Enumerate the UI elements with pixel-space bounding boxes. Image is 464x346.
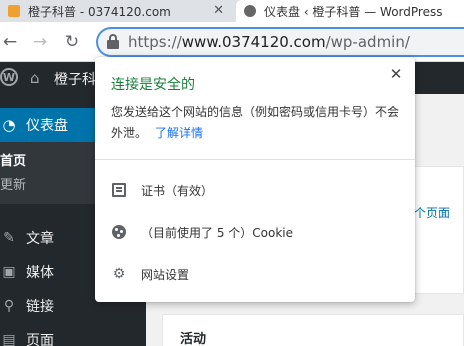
media-icon: ▣ (2, 264, 16, 280)
url-scheme: https:// (128, 33, 182, 51)
cookie-icon (111, 224, 127, 240)
gear-icon: ⚙ (112, 266, 126, 282)
close-icon[interactable]: ✕ (387, 65, 405, 83)
submenu-item-updates[interactable]: 更新 (0, 174, 26, 193)
tab-title: 橙子科普 - 0374120.com (28, 4, 171, 19)
url-host: www.0374120.com (181, 33, 326, 51)
activity-widget (162, 314, 464, 346)
tab-dashboard[interactable]: 仪表盘 ‹ 橙子科普 — WordPress (236, 0, 464, 22)
lock-icon[interactable] (106, 34, 120, 50)
tab-strip: 橙子科普 - 0374120.com ✕ 仪表盘 ‹ 橙子科普 — WordPr… (0, 0, 464, 22)
dashboard-icon: ◔ (2, 116, 16, 134)
close-tab-icon[interactable]: ✕ (213, 3, 224, 18)
submenu-item-home[interactable]: 首页 (0, 150, 26, 169)
security-description: 您发送给这个网站的信息（例如密码或信用卡号）不会外泄。 了解详情 (111, 102, 407, 144)
url-path: /wp-admin/ (325, 33, 410, 51)
wordpress-favicon (244, 5, 256, 17)
certificate-label: 证书（有效） (141, 183, 214, 198)
page-icon: ▤ (2, 332, 16, 346)
activity-widget-title: 活动 (180, 332, 207, 346)
back-icon[interactable]: ← (0, 30, 22, 54)
menu-item-label: 仪表盘 (26, 118, 68, 134)
reload-icon[interactable]: ↻ (60, 30, 84, 54)
certificate-row[interactable]: 证书（有效） (111, 179, 213, 201)
forward-icon[interactable]: → (28, 30, 52, 54)
link-icon: ⚲ (3, 298, 15, 314)
menu-item-label: 链接 (26, 299, 54, 315)
menu-item-label: 文章 (26, 231, 54, 247)
certificate-icon (111, 182, 127, 198)
tab-title: 仪表盘 ‹ 橙子科普 — WordPress (264, 4, 443, 19)
home-icon[interactable]: ⌂ (30, 69, 40, 87)
site-favicon (8, 5, 20, 17)
pages-count-link[interactable]: 个页面 (414, 204, 450, 221)
url-text[interactable]: https://www.0374120.com/wp-admin/ (128, 33, 410, 51)
divider (95, 159, 415, 160)
browser-toolbar: ← → ↻ https://www.0374120.com/wp-admin/ (0, 22, 464, 62)
site-settings-label: 网站设置 (141, 267, 190, 282)
site-info-popup: 连接是安全的 ✕ 您发送给这个网站的信息（例如密码或信用卡号）不会外泄。 了解详情… (95, 57, 415, 302)
learn-more-link[interactable]: 了解详情 (155, 126, 203, 140)
cookies-row[interactable]: （目前使用了 5 个）Cookie (111, 221, 293, 243)
menu-item-label: 媒体 (26, 265, 54, 281)
site-settings-row[interactable]: ⚙ 网站设置 (111, 263, 189, 285)
connection-secure-title: 连接是安全的 (111, 77, 195, 93)
tab-orange-science[interactable]: 橙子科普 - 0374120.com ✕ (0, 0, 236, 22)
cookies-label: （目前使用了 5 个）Cookie (141, 225, 293, 240)
address-bar[interactable]: https://www.0374120.com/wp-admin/ (96, 27, 464, 57)
menu-item-pages[interactable]: ▤ 页面 (0, 327, 146, 346)
wordpress-logo-icon[interactable]: W (0, 68, 18, 86)
pin-icon: ✎ (3, 230, 15, 246)
menu-item-label: 页面 (26, 333, 54, 346)
